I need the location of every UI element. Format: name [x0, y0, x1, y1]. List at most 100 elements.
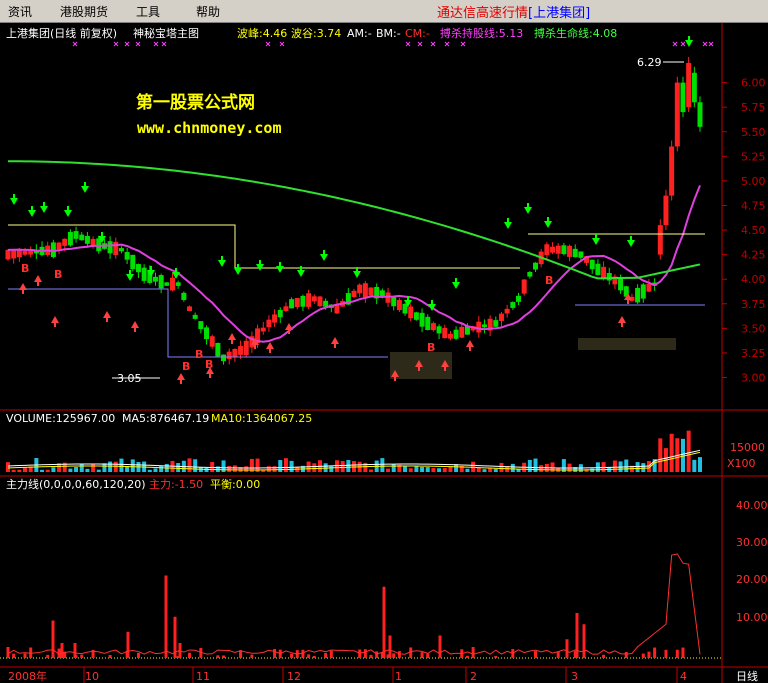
- candle-body: [691, 72, 697, 103]
- volume-bar: [624, 459, 629, 472]
- menu-item-hk-futures[interactable]: 港股期货: [60, 3, 108, 20]
- candle-body: [169, 277, 175, 291]
- force-balance-label: 平衡:0.00: [210, 478, 260, 491]
- volume-bar: [125, 466, 130, 472]
- candle-body: [498, 313, 504, 321]
- param-cm: CM:-: [405, 27, 430, 40]
- main-force-bar: [438, 635, 442, 658]
- price-tick-label: 6.00: [741, 77, 766, 90]
- menu-item-help[interactable]: 帮助: [196, 3, 220, 20]
- main-force-bar: [164, 575, 168, 658]
- main-force-bar: [392, 653, 396, 658]
- candle-body: [669, 146, 675, 196]
- volume-panel[interactable]: [6, 430, 702, 472]
- signal-mark: [417, 41, 423, 47]
- date-label-oct: 10: [85, 670, 99, 683]
- volume-bar: [74, 466, 79, 472]
- buy-arrow: [618, 316, 626, 323]
- main-force-bar: [647, 651, 651, 658]
- buy-signal-label: B: [195, 348, 203, 361]
- candle-body: [260, 327, 266, 332]
- volume-bar: [641, 463, 646, 472]
- volume-bar: [6, 462, 10, 472]
- main-force-bar: [675, 649, 679, 658]
- candle-body: [164, 282, 170, 286]
- candle-body: [697, 102, 703, 127]
- volume-bar: [510, 463, 515, 472]
- candle-body: [187, 306, 193, 311]
- volume-bar: [272, 466, 277, 472]
- candle-body: [221, 354, 227, 362]
- volume-bar: [669, 433, 674, 472]
- volume-label: VOLUME:125967.00: [6, 412, 115, 425]
- candle-body: [175, 282, 181, 286]
- candle-body: [351, 290, 357, 298]
- buy-arrow: [103, 311, 111, 318]
- buy-arrow: [331, 337, 339, 344]
- candle-body: [209, 336, 215, 347]
- candle-body: [589, 259, 595, 270]
- candle-body: [436, 326, 442, 334]
- candle-body: [152, 276, 158, 282]
- buy-arrow: [466, 340, 474, 347]
- price-panel[interactable]: [5, 36, 714, 384]
- candle-body: [521, 279, 527, 294]
- candle-body: [113, 241, 119, 256]
- volume-bar: [431, 468, 436, 472]
- watermark-url: www.chnmoney.com: [137, 119, 282, 137]
- buy-signal-label: B: [427, 341, 435, 354]
- sell-arrow: [627, 240, 635, 247]
- menu-item-news[interactable]: 资讯: [8, 3, 32, 20]
- candle-body: [578, 251, 584, 258]
- force-name: 主力线(0,0,0,0,60,120,20): [6, 477, 146, 491]
- volume-bar: [91, 464, 96, 472]
- menu-item-tools[interactable]: 工具: [136, 3, 160, 20]
- candle-body: [657, 225, 663, 255]
- sell-arrow: [126, 274, 134, 281]
- force-main-label: 主力:-1.50: [149, 478, 203, 491]
- main-force-panel[interactable]: [0, 553, 722, 659]
- buy-signal-label: B: [545, 274, 553, 287]
- watermark-cn: 第一股票公式网: [136, 92, 255, 113]
- app-title-stock: [上港集团]: [528, 6, 591, 21]
- main-force-bar: [60, 643, 64, 658]
- ma-life-line: [7, 160, 701, 280]
- sell-arrow: [276, 266, 284, 273]
- date-label-jan: 1: [395, 670, 402, 683]
- candle-body: [391, 296, 397, 307]
- candle-body: [640, 284, 646, 299]
- period-label[interactable]: 日线: [736, 669, 758, 683]
- param-life-line: 搏杀生命线:4.08: [534, 26, 617, 40]
- candle-body: [357, 284, 363, 294]
- volume-bar: [51, 467, 56, 472]
- consolidation-box: [578, 338, 676, 350]
- volume-bar: [635, 462, 640, 472]
- main-force-bar: [573, 651, 577, 658]
- buy-arrow: [131, 321, 139, 328]
- stock-chart[interactable]: 上港集团(日线 前复权) 神秘宝塔主图 波峰:4.46 波谷:3.74 AM:-…: [0, 23, 768, 683]
- main-force-bar: [363, 649, 367, 658]
- price-tick-label: 4.75: [741, 199, 766, 212]
- ma-holding-line: [7, 185, 701, 343]
- low-price-label: 3.05: [117, 372, 142, 385]
- main-force-bar: [80, 654, 84, 658]
- main-force-bar: [494, 655, 498, 658]
- candle-body: [674, 82, 680, 147]
- candle-body: [425, 316, 431, 331]
- main-force-bar: [108, 655, 112, 658]
- volume-bar: [11, 469, 16, 472]
- main-force-bar: [46, 654, 50, 658]
- main-force-bar: [324, 652, 328, 658]
- volume-bar: [686, 430, 691, 472]
- param-peak: 波峰:4.46: [237, 27, 287, 40]
- price-tick-label: 4.25: [741, 249, 766, 262]
- buy-arrow: [228, 333, 236, 340]
- candle-body: [5, 249, 11, 260]
- buy-arrow: [177, 373, 185, 380]
- signal-mark: [680, 41, 686, 47]
- candle-body: [618, 277, 624, 291]
- volume-bar: [493, 468, 498, 472]
- candle-body: [198, 321, 204, 329]
- signal-mark: [460, 41, 466, 47]
- candle-body: [22, 250, 28, 255]
